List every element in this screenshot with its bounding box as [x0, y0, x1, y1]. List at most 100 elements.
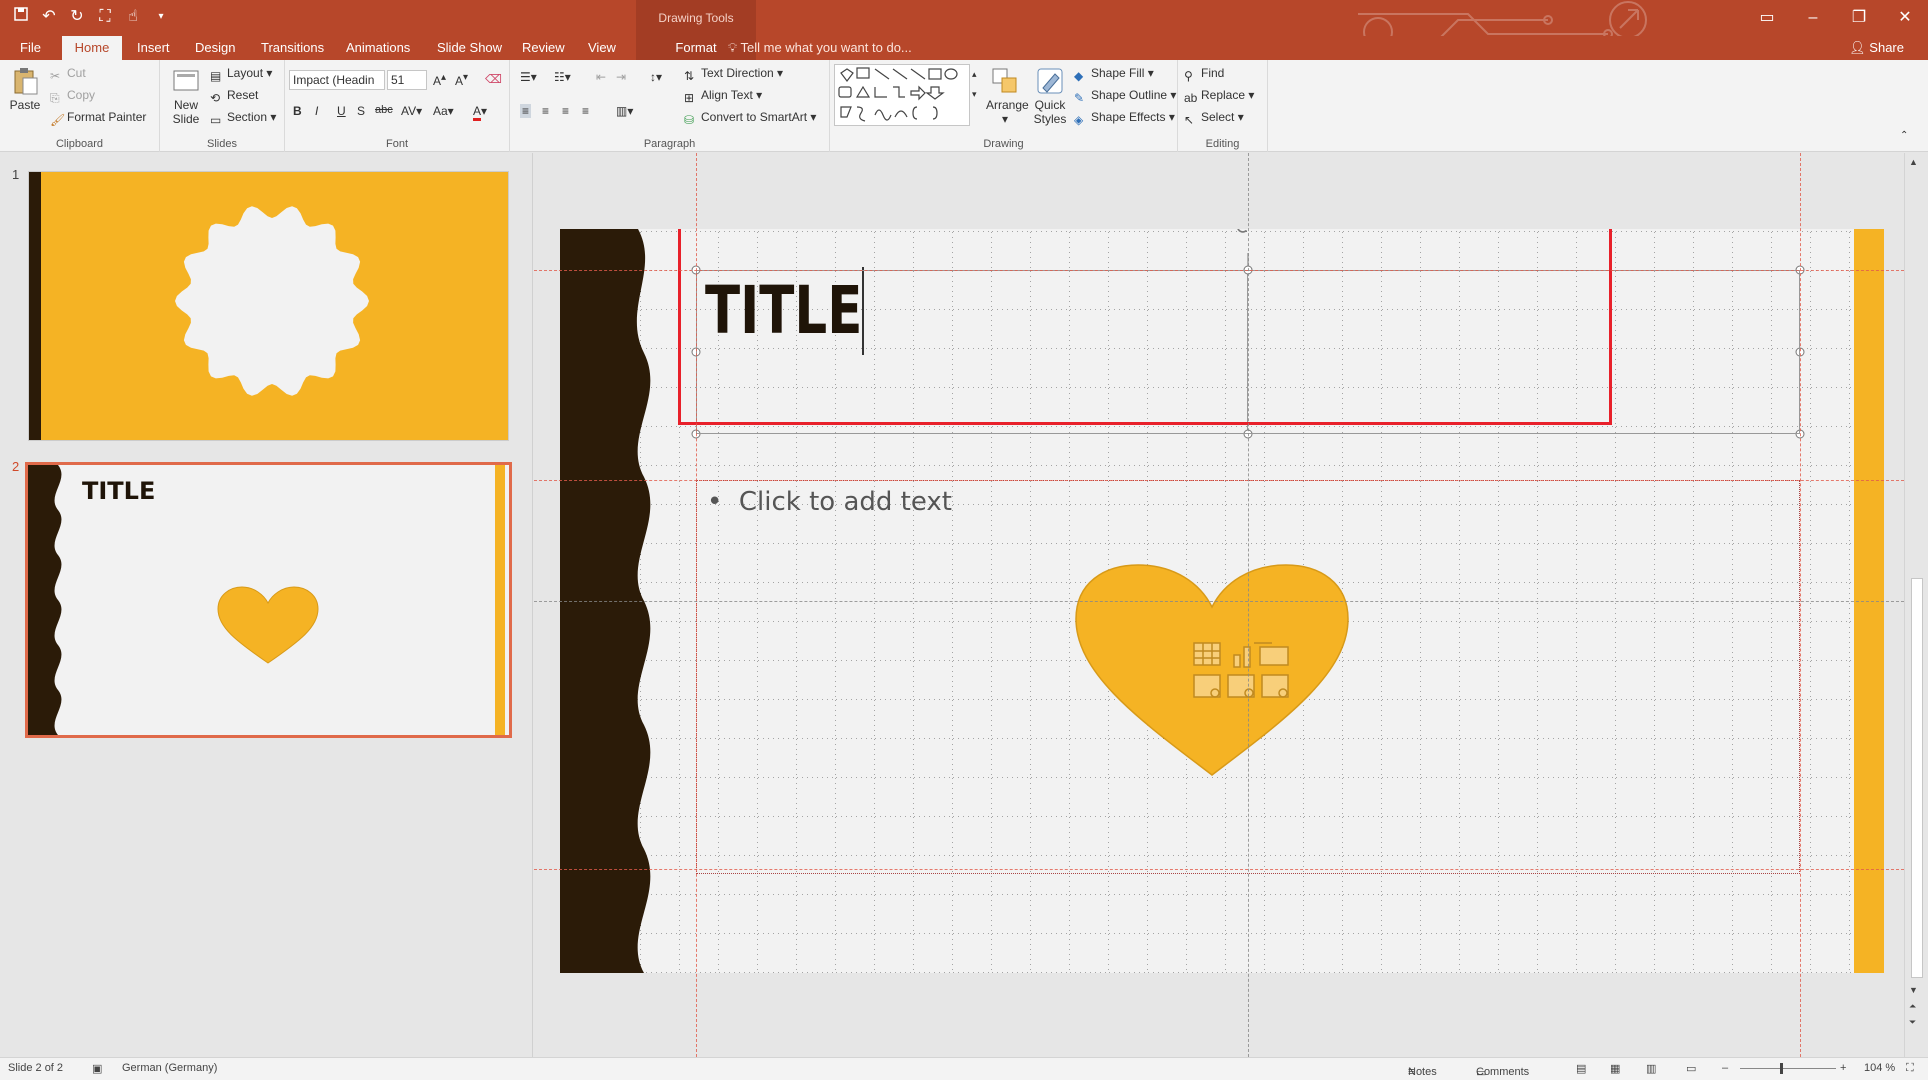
- shadow-icon[interactable]: S: [357, 104, 365, 118]
- tell-me-box[interactable]: 💡︎ Tell me what you want to do...: [728, 36, 912, 60]
- tab-review[interactable]: Review: [512, 36, 575, 60]
- slide-sorter-icon[interactable]: ▦: [1610, 1062, 1620, 1075]
- zoom-slider-thumb[interactable]: [1780, 1063, 1783, 1074]
- select-button[interactable]: ↖ Select ▾: [1184, 110, 1244, 127]
- tab-insert[interactable]: Insert: [127, 36, 180, 60]
- undo-icon[interactable]: ↶: [38, 6, 60, 28]
- collapse-ribbon-icon[interactable]: ⌃: [1900, 130, 1908, 141]
- bold-icon[interactable]: B: [293, 104, 302, 118]
- ribbon-display-options-icon[interactable]: ▭: [1744, 0, 1790, 36]
- tab-design[interactable]: Design: [185, 36, 245, 60]
- ribbon-tab-row: File Home Insert Design Transitions Anim…: [0, 36, 1928, 60]
- underline-icon[interactable]: U: [337, 104, 346, 118]
- new-slide-button[interactable]: New Slide: [166, 66, 206, 126]
- copy-button[interactable]: ⎘ Copy: [50, 88, 95, 105]
- slideshow-view-icon[interactable]: ▭: [1686, 1062, 1696, 1075]
- tab-view[interactable]: View: [578, 36, 626, 60]
- font-color-icon[interactable]: A▾: [473, 104, 487, 121]
- shapes-more-icon[interactable]: ▴ ▾: [972, 64, 977, 104]
- italic-icon[interactable]: I: [315, 104, 318, 118]
- tab-transitions[interactable]: Transitions: [251, 36, 334, 60]
- close-icon[interactable]: ✕: [1882, 0, 1928, 36]
- spell-check-icon[interactable]: ▣: [92, 1062, 102, 1075]
- clear-formatting-icon[interactable]: ⌫: [485, 72, 502, 86]
- smartart-icon: ⛁: [684, 113, 695, 127]
- align-center-icon[interactable]: ≡: [542, 104, 549, 118]
- section-button[interactable]: ▭ Section ▾: [210, 110, 276, 127]
- cut-button[interactable]: ✂ Cut: [50, 66, 86, 83]
- minimize-icon[interactable]: –: [1790, 0, 1836, 36]
- replace-button[interactable]: ab Replace ▾: [1184, 88, 1254, 105]
- character-spacing-icon[interactable]: AV▾: [401, 104, 422, 118]
- rotate-handle-icon[interactable]: ⟳: [1236, 229, 1253, 240]
- restore-icon[interactable]: ❐: [1836, 0, 1882, 36]
- shape-outline-label: Shape Outline: [1091, 88, 1168, 102]
- slide-editing-area: TITLE ⟳ • Click to add text: [534, 153, 1904, 1057]
- shape-fill-button[interactable]: ◆ Shape Fill ▾: [1074, 66, 1154, 83]
- scroll-up-icon[interactable]: ▲: [1909, 157, 1918, 167]
- editing-group: ⚲ Find ab Replace ▾ ↖ Select ▾ Editing: [1178, 60, 1268, 152]
- increase-indent-icon[interactable]: ⇥: [616, 70, 626, 84]
- tab-file[interactable]: File: [10, 36, 51, 60]
- body-text[interactable]: • Click to add text: [707, 487, 952, 517]
- zoom-level[interactable]: 104 %: [1864, 1062, 1895, 1074]
- touch-mode-icon[interactable]: ☝: [122, 6, 144, 28]
- share-button[interactable]: 👤︎ Share: [1849, 38, 1904, 58]
- tab-home[interactable]: Home: [62, 36, 122, 60]
- heart-shape[interactable]: [1074, 563, 1350, 777]
- save-icon[interactable]: [10, 6, 32, 28]
- reset-button[interactable]: ⟲ Reset: [210, 88, 258, 105]
- columns-icon[interactable]: ▥▾: [616, 104, 633, 118]
- change-case-icon[interactable]: Aa▾: [433, 104, 454, 118]
- clipboard-group-label: Clipboard: [55, 138, 104, 150]
- fit-to-window-icon[interactable]: ⛶: [1906, 1062, 1914, 1075]
- zoom-in-icon[interactable]: +: [1840, 1062, 1846, 1074]
- increase-font-size-icon[interactable]: A▴: [433, 72, 446, 88]
- decrease-font-size-icon[interactable]: A▾: [455, 72, 468, 88]
- bullets-icon[interactable]: ☰▾: [520, 70, 537, 84]
- reading-view-icon[interactable]: ▥: [1646, 1062, 1656, 1075]
- font-name-combo[interactable]: Impact (Headin: [289, 70, 385, 90]
- slide-thumbnail-2[interactable]: TITLE: [25, 462, 512, 738]
- line-spacing-icon[interactable]: ↕▾: [650, 70, 662, 84]
- start-from-beginning-icon[interactable]: ⛶: [94, 6, 116, 28]
- customize-qat-icon[interactable]: ▾: [150, 6, 172, 28]
- guide-vertical-center: [1248, 153, 1249, 1057]
- tab-animations[interactable]: Animations: [336, 36, 420, 60]
- shape-outline-button[interactable]: ✎ Shape Outline ▾: [1074, 88, 1176, 105]
- format-painter-button[interactable]: 🖌︎ Format Painter: [50, 110, 146, 127]
- next-slide-icon[interactable]: ⏷: [1909, 1017, 1916, 1028]
- vertical-scrollbar[interactable]: ▲ ▼ ⏶ ⏷: [1904, 153, 1928, 1057]
- scrollbar-thumb[interactable]: [1911, 578, 1923, 978]
- slide-info[interactable]: Slide 2 of 2: [8, 1062, 63, 1074]
- justify-icon[interactable]: ≡: [582, 104, 589, 118]
- align-left-icon[interactable]: ≡: [520, 104, 532, 118]
- text-direction-button[interactable]: ⇅ Text Direction ▾: [684, 66, 783, 83]
- zoom-out-icon[interactable]: –: [1722, 1062, 1728, 1074]
- redo-icon[interactable]: ↻: [66, 6, 88, 28]
- convert-smartart-button[interactable]: ⛁ Convert to SmartArt ▾: [684, 110, 816, 127]
- decrease-indent-icon[interactable]: ⇤: [596, 70, 606, 84]
- zoom-slider[interactable]: [1740, 1068, 1836, 1069]
- numbering-icon[interactable]: ☷▾: [554, 70, 571, 84]
- layout-button[interactable]: ▤ Layout ▾: [210, 66, 272, 83]
- paragraph-group-label: Paragraph: [643, 138, 696, 150]
- arrange-button[interactable]: Arrange ▾: [986, 66, 1029, 126]
- bullet-icon: •: [707, 487, 739, 517]
- shapes-gallery[interactable]: [834, 64, 970, 126]
- font-group: Impact (Headin 51 A▴ A▾ ⌫ B I U S abc AV…: [285, 60, 510, 152]
- paste-button[interactable]: Paste: [6, 66, 44, 112]
- language-indicator[interactable]: German (Germany): [122, 1062, 217, 1074]
- tab-slide-show[interactable]: Slide Show: [427, 36, 512, 60]
- strikethrough-icon[interactable]: abc: [375, 104, 393, 116]
- slide-thumbnail-1[interactable]: [28, 171, 509, 441]
- scroll-down-icon[interactable]: ▼: [1909, 985, 1918, 995]
- align-text-button[interactable]: ⊞ Align Text ▾: [684, 88, 762, 105]
- quick-styles-button[interactable]: Quick Styles: [1030, 66, 1070, 126]
- font-size-combo[interactable]: 51: [387, 70, 427, 90]
- previous-slide-icon[interactable]: ⏶: [1909, 1001, 1916, 1012]
- align-right-icon[interactable]: ≡: [562, 104, 569, 118]
- normal-view-icon[interactable]: ▤: [1576, 1062, 1586, 1075]
- shape-effects-button[interactable]: ◈ Shape Effects ▾: [1074, 110, 1175, 127]
- find-button[interactable]: ⚲ Find: [1184, 66, 1224, 83]
